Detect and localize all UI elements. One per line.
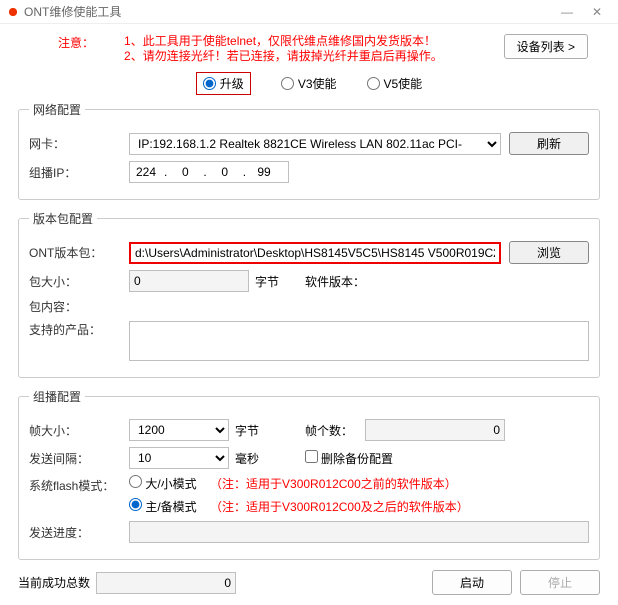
pkg-size-label: 包大小： <box>29 273 129 290</box>
sw-version-label: 软件版本： <box>305 273 365 290</box>
multicast-group: 组播配置 帧大小： 1200 字节 帧个数： 发送间隔： 10 毫秒 删除备份配… <box>18 388 600 560</box>
nic-label: 网卡： <box>29 135 129 152</box>
interval-label: 发送间隔： <box>29 450 129 467</box>
supported-product-label: 支持的产品： <box>29 321 129 338</box>
pkg-size-value <box>129 270 249 292</box>
frame-size-label: 帧大小： <box>29 422 129 439</box>
minimize-button[interactable]: — <box>552 0 582 24</box>
flash-big-small[interactable]: 大/小模式 <box>129 477 200 491</box>
progress-label: 发送进度： <box>29 524 129 541</box>
mode-v5-radio[interactable] <box>367 77 380 90</box>
multicast-ip-label: 组播IP： <box>29 164 129 181</box>
app-logo <box>6 5 20 19</box>
pkg-path-label: ONT版本包： <box>29 244 129 261</box>
mode-v5[interactable]: V5使能 <box>367 72 423 95</box>
flash-big-note: （注：适用于V300R012C00之前的软件版本） <box>210 477 457 491</box>
success-count-label: 当前成功总数 <box>18 574 90 591</box>
mode-upgrade[interactable]: 升级 <box>196 72 251 95</box>
supported-product-text <box>129 321 589 361</box>
flash-main-note: （注：适用于V300R012C00及之后的软件版本） <box>210 500 469 514</box>
flash-mode-label: 系统flash模式： <box>29 475 129 494</box>
refresh-button[interactable]: 刷新 <box>509 132 589 155</box>
byte-unit: 字节 <box>255 273 279 290</box>
browse-button[interactable]: 浏览 <box>509 241 589 264</box>
delete-backup-checkbox[interactable]: 删除备份配置 <box>305 450 393 467</box>
nic-select[interactable]: IP:192.168.1.2 Realtek 8821CE Wireless L… <box>129 133 501 155</box>
window-title: ONT维修使能工具 <box>24 0 552 24</box>
multicast-legend: 组播配置 <box>29 388 85 405</box>
frame-count-label: 帧个数： <box>305 422 365 439</box>
package-group: 版本包配置 ONT版本包： 浏览 包大小： 字节 软件版本： 包内容： 支持的产… <box>18 210 600 378</box>
notice-line2: 2、请勿连接光纤！若已连接，请拔掉光纤并重启后再操作。 <box>124 49 443 64</box>
stop-button[interactable]: 停止 <box>520 570 600 595</box>
pkg-path-input[interactable] <box>129 242 501 264</box>
multicast-ip-input[interactable]: . . . <box>129 161 289 183</box>
close-button[interactable]: ✕ <box>582 0 612 24</box>
mode-upgrade-radio[interactable] <box>203 77 216 90</box>
progress-bar <box>129 521 589 543</box>
mode-v3[interactable]: V3使能 <box>281 72 337 95</box>
device-list-button[interactable]: 设备列表 > <box>504 34 588 59</box>
start-button[interactable]: 启动 <box>432 570 512 595</box>
pkg-content-label: 包内容： <box>29 298 129 315</box>
frame-count-value <box>365 419 505 441</box>
notice-label: 注意： <box>58 34 94 64</box>
interval-select[interactable]: 10 <box>129 447 229 469</box>
notice-line1: 1、此工具用于使能telnet，仅限代维点维修国内发货版本！ <box>124 34 443 49</box>
mode-v3-radio[interactable] <box>281 77 294 90</box>
network-group: 网络配置 网卡： IP:192.168.1.2 Realtek 8821CE W… <box>18 101 600 200</box>
network-legend: 网络配置 <box>29 101 85 118</box>
flash-main-backup[interactable]: 主/备模式 <box>129 500 200 514</box>
frame-size-select[interactable]: 1200 <box>129 419 229 441</box>
success-count-value <box>96 572 236 594</box>
package-legend: 版本包配置 <box>29 210 97 227</box>
